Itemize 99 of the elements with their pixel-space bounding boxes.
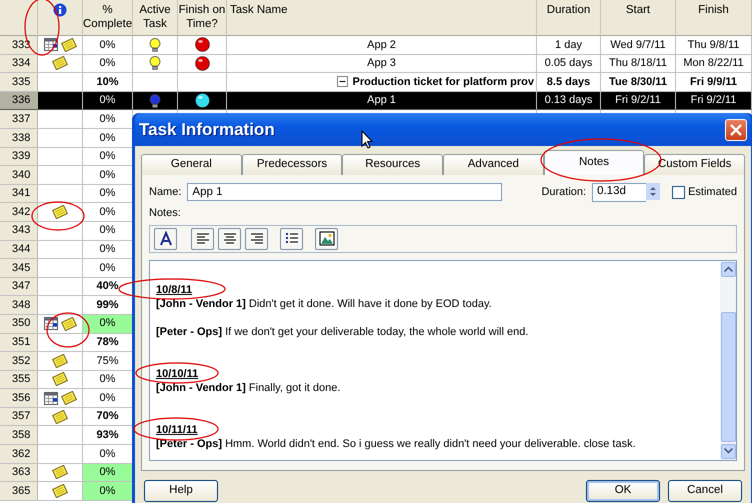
table-cell: Thu 9/8/11 — [676, 36, 752, 55]
row-number[interactable]: 343 — [0, 222, 38, 241]
table-cell: Mon 8/22/11 — [676, 54, 752, 74]
close-icon — [729, 122, 743, 136]
table-cell: 0% — [83, 54, 133, 74]
row-number[interactable]: 352 — [0, 352, 38, 371]
column-header: Finish on Time? — [178, 0, 227, 36]
note-icon — [52, 410, 68, 424]
row-number[interactable]: 336 — [0, 92, 38, 110]
note-icon — [52, 372, 68, 386]
calendar-icon — [44, 38, 58, 52]
row-number[interactable]: 337 — [0, 110, 38, 129]
spinner-icon — [646, 182, 660, 200]
table-cell: Wed 9/7/11 — [601, 36, 676, 55]
align-left-icon — [194, 230, 210, 246]
note-icon — [60, 316, 76, 331]
tab[interactable]: Resources — [342, 154, 444, 175]
table-cell: 0% — [83, 482, 133, 501]
row-number[interactable]: 357 — [0, 408, 38, 426]
align-left-button[interactable] — [191, 228, 214, 250]
row-number[interactable]: 341 — [0, 184, 38, 204]
column-header: Active Task — [133, 0, 178, 36]
table-cell-text: App 3 — [367, 56, 396, 72]
table-cell-text: Production ticket for platform prov — [352, 74, 534, 90]
annotation-circle — [31, 201, 85, 231]
note-icon — [52, 465, 68, 480]
column-header: Duration — [537, 0, 601, 36]
note-icon — [52, 484, 68, 498]
row-number[interactable]: 345 — [0, 259, 38, 278]
window-title: Task Information — [139, 118, 275, 141]
tab[interactable]: Custom Fields — [644, 154, 746, 175]
note-icon — [52, 56, 68, 70]
close-button[interactable] — [725, 118, 747, 140]
font-button[interactable] — [154, 228, 177, 250]
table-cell: 0.13 days — [537, 92, 601, 110]
estimated-checkbox[interactable] — [672, 186, 686, 198]
picture-icon — [318, 230, 334, 246]
field-label: Name: — [149, 184, 182, 200]
table-cell-text: App 1 — [367, 93, 396, 108]
row-number[interactable]: 356 — [0, 389, 38, 408]
row-number[interactable]: 347 — [0, 278, 38, 296]
table-cell-text: App 2 — [367, 38, 396, 53]
tab[interactable]: Notes — [544, 150, 644, 175]
calendar-icon — [44, 392, 58, 405]
row-number[interactable]: 340 — [0, 166, 38, 185]
field-label: Notes: — [149, 206, 181, 221]
note-icon — [60, 391, 76, 406]
picture-button[interactable] — [315, 228, 338, 250]
align-center-icon — [222, 230, 238, 246]
info-icon — [53, 3, 67, 17]
duration-field[interactable]: 0.13d — [592, 182, 646, 202]
table-cell: Fri 9/2/11 — [676, 92, 752, 110]
dialog-button[interactable]: OK — [586, 480, 660, 502]
tab[interactable]: General — [141, 154, 242, 175]
note-icon — [52, 354, 68, 368]
row-number[interactable]: 339 — [0, 148, 38, 166]
bullet-list-button[interactable] — [280, 228, 303, 250]
align-center-button[interactable] — [218, 228, 241, 250]
row-number[interactable]: 351 — [0, 334, 38, 352]
column-header: Finish — [676, 0, 752, 36]
row-number[interactable]: 363 — [0, 464, 38, 482]
collapse-icon[interactable] — [337, 76, 348, 88]
dialog-button[interactable]: Cancel — [668, 480, 742, 502]
note-icon — [60, 38, 76, 52]
table-cell: 0% — [83, 36, 133, 55]
row-number[interactable]: 358 — [0, 426, 38, 446]
column-header: Start — [601, 0, 676, 36]
align-right-icon — [248, 230, 264, 246]
table-cell: Thu 8/18/11 — [601, 54, 676, 74]
align-right-button[interactable] — [245, 228, 268, 250]
row-number[interactable]: 355 — [0, 370, 38, 390]
row-number[interactable]: 338 — [0, 128, 38, 148]
row-number[interactable]: 362 — [0, 445, 38, 464]
row-number[interactable]: 348 — [0, 296, 38, 315]
table-cell: 0% — [83, 92, 133, 110]
field-label: Duration: — [541, 184, 586, 200]
column-header: % Complete — [83, 0, 133, 36]
column-header: Task Name — [227, 0, 537, 36]
row-number[interactable]: 334 — [0, 54, 38, 74]
calendar-icon — [44, 317, 58, 330]
row-number[interactable]: 365 — [0, 482, 38, 501]
note-icon — [52, 205, 68, 220]
table-cell: 0.05 days — [537, 54, 601, 74]
row-number[interactable]: 350 — [0, 314, 38, 334]
checkbox-label: Estimated — [688, 184, 737, 200]
name-field[interactable]: App 1 — [187, 183, 502, 201]
row-number[interactable]: 344 — [0, 240, 38, 260]
table-cell: Fri 9/2/11 — [601, 92, 676, 110]
table-cell: 0% — [83, 314, 133, 334]
table-cell: 0% — [83, 464, 133, 482]
annotation-circle — [46, 312, 90, 348]
cursor-icon — [361, 130, 373, 149]
font-icon — [158, 230, 174, 246]
dialog-button[interactable]: Help — [144, 480, 218, 502]
row-number[interactable]: 342 — [0, 203, 38, 222]
row-number[interactable]: 335 — [0, 73, 38, 92]
tab[interactable]: Predecessors — [242, 154, 342, 175]
tab[interactable]: Advanced — [443, 154, 544, 175]
table-cell: 1 day — [537, 36, 601, 55]
